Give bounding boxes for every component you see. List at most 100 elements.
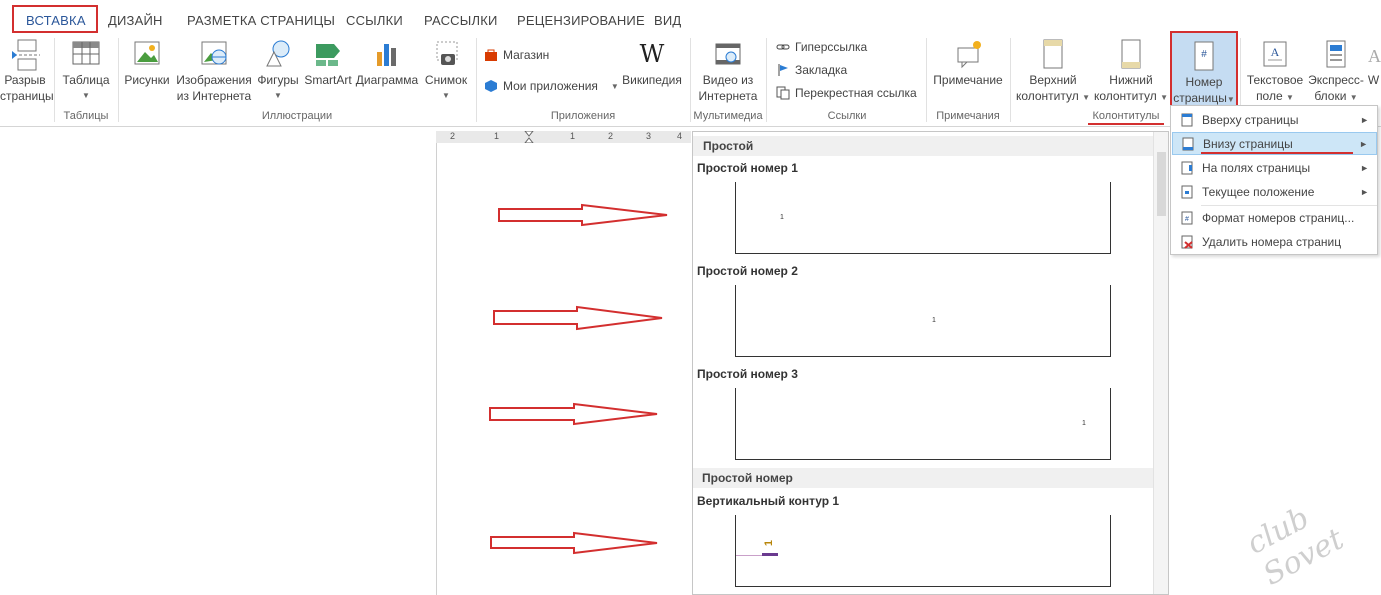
gallery-item-plain-number-3[interactable]: 1 [735,388,1111,460]
text-box-label-2: поле ▼ [1242,88,1308,106]
screenshot-dropdown-caret: ▼ [442,91,450,100]
my-apps-label: Мои приложения [503,79,598,93]
shapes-label: Фигуры [257,73,299,87]
group-separator [926,38,927,122]
tab-references[interactable]: ССЫЛКИ [346,13,403,28]
wordart-button[interactable]: A W [1366,38,1381,88]
text-box-label-1: Текстовое [1246,73,1304,87]
svg-text:A: A [1368,46,1381,66]
smartart-button[interactable]: SmartArt [302,38,354,88]
tab-view[interactable]: ВИД [654,13,681,28]
gallery-section-header: Простой [693,136,1153,156]
page-break-button[interactable]: Разрыв страницы [0,38,54,104]
screenshot-icon [436,41,458,65]
wikipedia-button[interactable]: W Википедия [618,38,686,88]
header-button[interactable]: Верхний колонтитул ▼ [1014,38,1092,106]
online-pictures-label-2: из Интернета [176,89,252,103]
menu-item-label: Внизу страницы [1203,136,1293,151]
text-box-dropdown-caret: ▼ [1286,93,1294,102]
wikipedia-label: Википедия [622,73,682,87]
text-box-button[interactable]: A Текстовое поле ▼ [1242,38,1308,106]
page-number-sample: 1 [1082,420,1086,427]
quick-parts-label-1: Экспресс- [1308,73,1364,87]
menu-item-label: Формат номеров страниц... [1202,210,1355,225]
menu-item-page-margins[interactable]: На полях страницы ► [1172,156,1377,179]
menu-item-top-of-page[interactable]: Вверху страницы ► [1172,108,1377,131]
current-position-icon [1181,185,1193,198]
gallery-scrollbar[interactable] [1153,132,1168,594]
group-separator [118,38,119,122]
page-break-label-2: страницы [0,89,54,103]
pictures-button[interactable]: Рисунки [122,38,172,88]
gallery-item-plain-number-1[interactable]: 1 [735,182,1111,254]
online-pictures-label-1: Изображения [176,73,252,87]
quick-parts-button[interactable]: Экспресс- блоки ▼ [1306,38,1366,106]
my-apps-button[interactable]: Мои приложения ▼ [484,79,619,93]
bookmark-button[interactable]: Закладка [776,63,847,77]
text-box-label-2-text: поле [1256,89,1283,103]
group-label-links: Ссылки [827,110,867,122]
menu-item-current-position[interactable]: Текущее положение ► [1172,180,1377,203]
quick-parts-label-2-text: блоки [1314,89,1347,103]
document-page[interactable] [436,143,692,595]
shapes-dropdown-caret: ▼ [274,91,282,100]
page-number-gallery: Простой Простой номер 1 1 Простой номер … [692,131,1169,595]
table-button[interactable]: Таблица ▼ [58,38,114,104]
store-button[interactable]: Магазин [484,48,549,62]
page-number-label-1: Номер [1185,75,1223,89]
chart-icon [377,44,396,66]
format-page-numbers-icon: # [1181,211,1193,224]
footer-label-1: Нижний [1109,73,1153,87]
group-label-media: Мультимедиа [693,110,763,122]
horizontal-ruler[interactable]: 2 1 1 2 3 4 [436,131,691,143]
tab-review[interactable]: РЕЦЕНЗИРОВАНИЕ [517,13,645,28]
hyperlink-label: Гиперссылка [795,40,868,54]
annotation-arrow-3 [489,402,658,426]
tab-design[interactable]: ДИЗАЙН [108,13,163,28]
header-label-2-text: колонтитул [1015,89,1079,103]
store-icon [485,49,497,61]
group-separator [54,38,55,122]
tab-page-layout[interactable]: РАЗМЕТКА СТРАНИЦЫ [187,13,335,28]
comment-button[interactable]: Примечание [928,38,1008,88]
ruler-tick: 2 [450,131,456,141]
shapes-button[interactable]: Фигуры ▼ [254,38,302,104]
online-video-button[interactable]: Видео из Интернета [694,38,762,104]
group-separator [690,38,691,122]
gallery-section-header: Простой номер [693,468,1153,488]
screenshot-button[interactable]: Снимок ▼ [420,38,472,104]
gallery-item-plain-number-2[interactable]: 1 [735,285,1111,357]
hyperlink-button[interactable]: Гиперссылка [776,40,867,54]
header-dropdown-caret: ▼ [1082,93,1091,102]
annotation-arrow-2 [493,305,663,331]
footer-label-2-text: колонтитул [1093,89,1157,103]
online-pictures-button[interactable]: Изображения из Интернета [174,38,254,104]
menu-item-label: На полях страницы [1202,160,1311,175]
chart-label: Диаграмма [355,73,419,87]
chart-button[interactable]: Диаграмма [354,38,420,88]
indent-marker-icon[interactable] [524,131,534,143]
menu-item-remove-page-numbers[interactable]: Удалить номера страниц [1172,230,1377,253]
online-video-label-1: Видео из [702,73,754,87]
wordart-icon: A [1368,46,1381,66]
cross-reference-button[interactable]: Перекрестная ссылка [776,86,917,100]
vertical-outline-line [736,555,762,556]
page-margin-icon [1181,161,1193,174]
shapes-icon [266,40,290,67]
page-number-button[interactable]: # Номер страницы▼ [1170,31,1238,107]
tab-insert[interactable]: ВСТАВКА [26,13,86,28]
ruler-tick: 4 [677,131,683,141]
bookmark-label: Закладка [795,63,848,77]
gallery-item-vertical-outline-1[interactable]: 1 [735,515,1111,587]
annotation-arrows [489,203,668,555]
smartart-icon [316,44,340,66]
menu-item-format-page-numbers[interactable]: # Формат номеров страниц... [1172,206,1377,229]
footer-button[interactable]: Нижний колонтитул ▼ [1092,38,1170,106]
header-label-1: Верхний [1029,73,1077,87]
pictures-icon [134,41,160,65]
svg-text:#: # [1201,49,1207,60]
group-label-tables: Таблицы [63,110,109,122]
tab-mailings[interactable]: РАССЫЛКИ [424,13,498,28]
remove-page-numbers-icon [1181,235,1193,249]
gallery-scrollbar-thumb[interactable] [1157,152,1166,216]
